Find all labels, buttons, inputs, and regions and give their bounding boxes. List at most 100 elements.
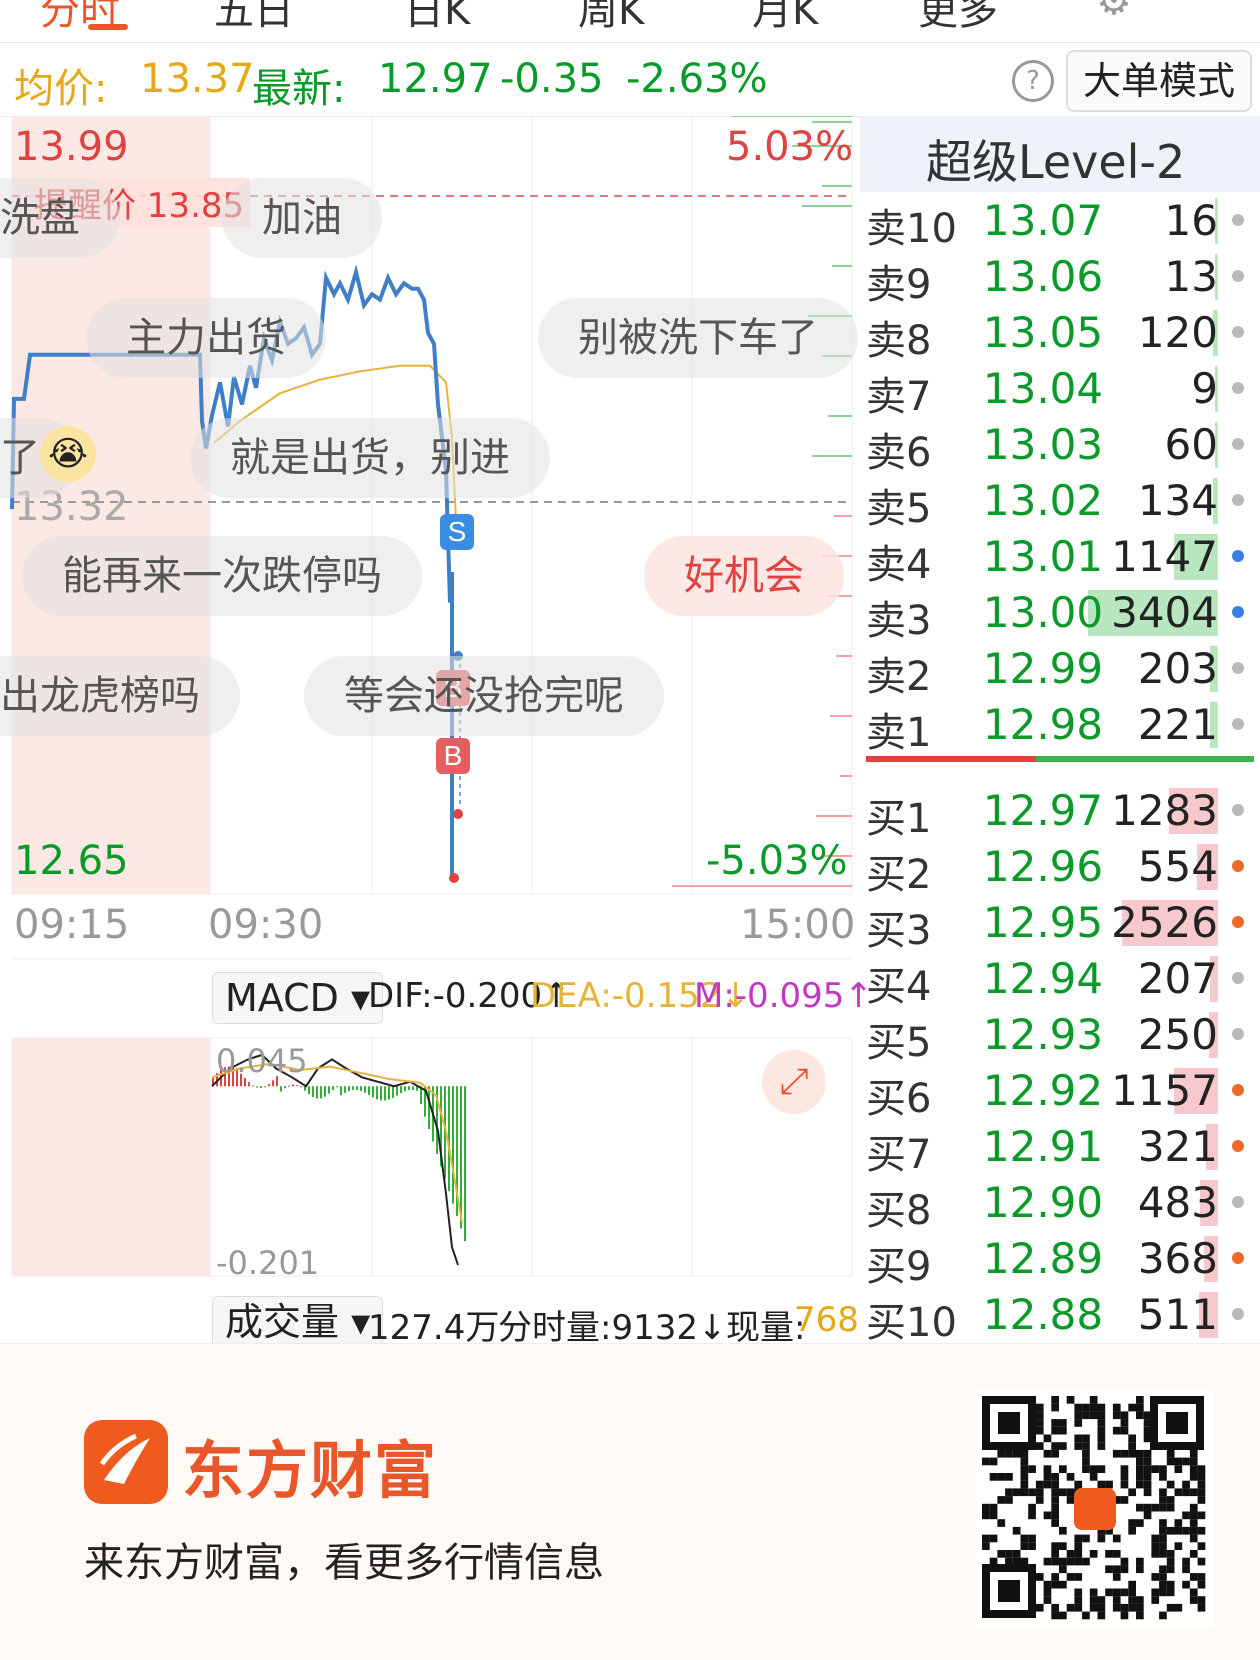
ask-row[interactable]: 卖3 13.00 3404	[860, 584, 1260, 644]
y-bottom-percent: -5.03%	[706, 838, 848, 884]
bid-row[interactable]: 买7 12.91 321	[860, 1118, 1260, 1178]
ask-row[interactable]: 卖5 13.02 134	[860, 472, 1260, 532]
macd-bar	[464, 1086, 466, 1241]
sell-marker-text: S	[448, 516, 467, 547]
tab-five-day[interactable]: 五日	[214, 0, 294, 36]
tab-weekly-k[interactable]: 周K	[578, 0, 644, 36]
danmu-comment: 别被洗下车了	[538, 298, 858, 378]
ask-trade-dot-icon	[1232, 214, 1244, 226]
macd-bar	[376, 1086, 378, 1100]
minute-volume: 分时量:9132↓	[498, 1308, 727, 1348]
macd-bar	[288, 1085, 290, 1087]
macd-bar	[324, 1086, 326, 1097]
macd-bar	[340, 1086, 342, 1096]
bid-price: 12.88	[982, 1290, 1104, 1339]
macd-bar	[256, 1086, 258, 1088]
ask-trade-dot-icon	[1232, 606, 1244, 618]
macd-bar	[328, 1086, 330, 1094]
ask-row[interactable]: 卖10 13.07 16	[860, 192, 1260, 252]
bid-trade-dot-icon	[1232, 1084, 1244, 1096]
bid-label: 买6	[866, 1076, 932, 1122]
bid-row[interactable]: 买9 12.89 368	[860, 1230, 1260, 1290]
macd-selector-button[interactable]: MACD ▾	[212, 972, 384, 1024]
macd-bar	[312, 1086, 314, 1098]
ask-trade-dot-icon	[1232, 494, 1244, 506]
help-icon[interactable]: ?	[1012, 60, 1054, 102]
bid-volume: 250	[1137, 1010, 1218, 1059]
ask-volume: 120	[1137, 308, 1218, 357]
bid-price: 12.95	[982, 898, 1104, 947]
macd-bar	[452, 1086, 454, 1204]
macd-bar	[392, 1086, 394, 1098]
big-order-mode-button[interactable]: 大单模式	[1066, 50, 1252, 112]
ask-row[interactable]: 卖2 12.99 203	[860, 640, 1260, 700]
bid-volume: 321	[1137, 1122, 1218, 1171]
bid-label: 买8	[866, 1188, 932, 1234]
bid-row[interactable]: 买5 12.93 250	[860, 1006, 1260, 1066]
ask-trade-dot-icon	[1232, 326, 1244, 338]
ask-price: 13.03	[982, 420, 1104, 469]
ask-price: 12.99	[982, 644, 1104, 693]
ask-volume: 13	[1164, 252, 1218, 301]
macd-bar	[260, 1086, 262, 1088]
macd-bar	[332, 1086, 334, 1091]
price-change-percent: -2.63%	[626, 56, 768, 102]
tab-more[interactable]: 更多	[918, 0, 998, 36]
expand-icon[interactable]: ⤢	[762, 1050, 826, 1114]
qr-code-image	[976, 1390, 1214, 1628]
bid-row[interactable]: 买2 12.96 554	[860, 838, 1260, 898]
bid-row[interactable]: 买6 12.92 1157	[860, 1062, 1260, 1122]
macd-bar	[320, 1086, 322, 1099]
ask-row[interactable]: 卖1 12.98 221	[860, 696, 1260, 756]
ask-label: 卖3	[866, 598, 932, 644]
macd-bar	[308, 1086, 310, 1095]
bid-trade-dot-icon	[1232, 1028, 1244, 1040]
danmu-comment: 出龙虎榜吗	[0, 656, 240, 736]
ask-row[interactable]: 卖8 13.05 120	[860, 304, 1260, 364]
settings-gear-icon[interactable]: ⚙	[1096, 0, 1132, 24]
tab-monthly-k[interactable]: 月K	[752, 0, 818, 36]
bid-row[interactable]: 买4 12.94 207	[860, 950, 1260, 1010]
macd-bar	[344, 1086, 346, 1093]
x-label-open: 09:15	[14, 902, 130, 948]
ask-row[interactable]: 卖7 13.04 9	[860, 360, 1260, 420]
bid-price: 12.93	[982, 1010, 1104, 1059]
ask-volume: 60	[1164, 420, 1218, 469]
bid-trade-dot-icon	[1232, 1252, 1244, 1264]
x-label-0930: 09:30	[208, 902, 324, 948]
volume-selector-button[interactable]: 成交量 ▾	[212, 1296, 384, 1348]
bid-price: 12.97	[982, 786, 1104, 835]
macd-bar	[272, 1080, 274, 1087]
ask-price: 12.98	[982, 700, 1104, 749]
macd-bar	[296, 1085, 298, 1087]
bid-price: 12.91	[982, 1122, 1104, 1171]
ask-label: 卖8	[866, 318, 932, 364]
macd-bar	[248, 1082, 250, 1087]
tab-daily-k[interactable]: 日K	[404, 0, 470, 36]
ask-row[interactable]: 卖4 13.01 1147	[860, 528, 1260, 588]
ask-row[interactable]: 卖6 13.03 60	[860, 416, 1260, 476]
buy-marker-text: B	[444, 740, 463, 771]
ask-volume: 16	[1164, 196, 1218, 245]
bid-row[interactable]: 买8 12.90 483	[860, 1174, 1260, 1234]
ask-price: 13.05	[982, 308, 1104, 357]
macd-histogram	[212, 1066, 466, 1241]
tab-intraday[interactable]: 分时	[40, 0, 120, 36]
bid-volume: 1283	[1111, 786, 1218, 835]
ask-label: 卖5	[866, 486, 932, 532]
bid-trade-dot-icon	[1232, 972, 1244, 984]
ask-row[interactable]: 卖9 13.06 13	[860, 248, 1260, 308]
ask-label: 卖4	[866, 542, 932, 588]
latest-price-label: 最新:	[252, 66, 346, 112]
ask-volume: 9	[1191, 364, 1218, 413]
macd-bar	[404, 1086, 406, 1092]
macd-bar	[252, 1085, 254, 1087]
danmu-comment: 主力出货	[86, 298, 326, 378]
macd-bar	[400, 1086, 402, 1094]
danmu-comment: 洗盘	[0, 178, 120, 258]
bid-row[interactable]: 买3 12.95 2526	[860, 894, 1260, 954]
bid-row[interactable]: 买1 12.97 1283	[860, 782, 1260, 842]
bid-row[interactable]: 买10 12.88 511	[860, 1286, 1260, 1346]
ask-volume: 1147	[1111, 532, 1218, 581]
macd-bar	[292, 1084, 294, 1087]
